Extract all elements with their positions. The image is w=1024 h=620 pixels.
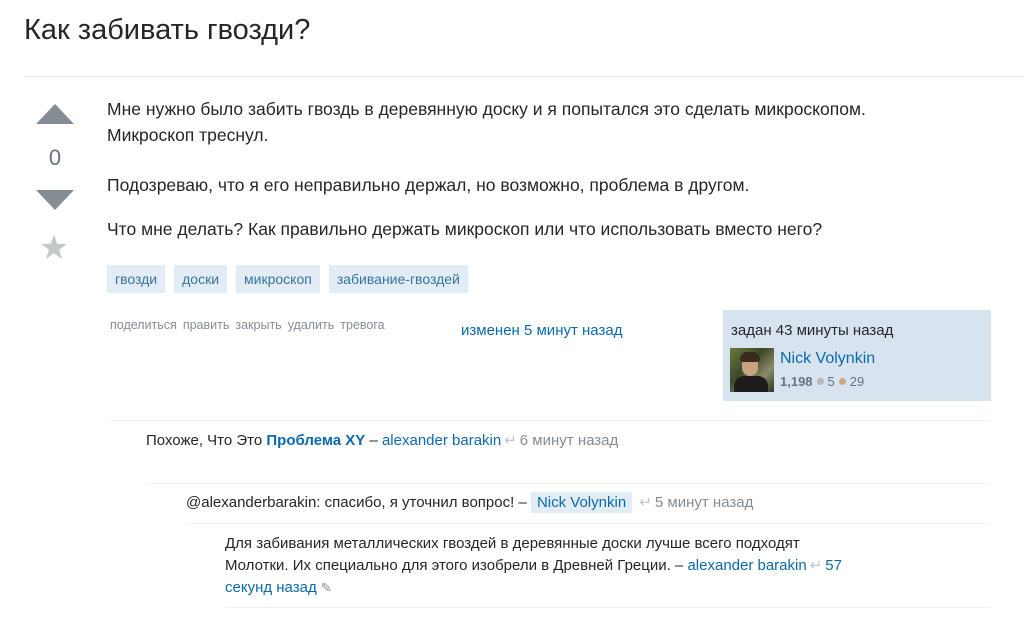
comment-divider — [146, 483, 990, 484]
tag[interactable]: доски — [174, 265, 228, 293]
comment-user-link[interactable]: alexander barakin — [687, 557, 806, 574]
vote-down-icon[interactable] — [36, 190, 74, 210]
tag[interactable]: забивание-гвоздей — [328, 265, 468, 293]
reply-arrow-icon[interactable]: ↵ — [504, 432, 517, 449]
comment-text-line-1: Для забивания металлических гвоздей в де… — [225, 535, 800, 552]
comment-text: Похоже, Что Это — [146, 432, 267, 449]
post-menu: поделиться править закрыть удалить трево… — [110, 318, 385, 332]
asked-time: задан 43 минуты назад — [731, 322, 894, 339]
delete-link[interactable]: удалить — [288, 318, 335, 332]
comment-divider — [225, 607, 990, 608]
silver-badge-icon — [816, 378, 824, 385]
tag[interactable]: микроскоп — [236, 265, 320, 293]
bronze-badge-icon — [838, 378, 846, 385]
comment-dash: – — [365, 432, 382, 449]
reply-arrow-icon[interactable]: ↵ — [810, 557, 823, 574]
owner-card: задан 43 минуты назад Nick Volynkin 1,19… — [723, 310, 991, 401]
comment-divider — [110, 420, 990, 421]
comment-user-link[interactable]: Nick Volynkin — [530, 492, 633, 513]
title-divider — [24, 76, 1024, 77]
avatar[interactable] — [730, 348, 774, 392]
owner-reputation: 1,198 5 29 — [780, 374, 864, 389]
edited-link[interactable]: изменен 5 минут назад — [461, 322, 622, 339]
comment-3: Для забивания металлических гвоздей в де… — [225, 533, 985, 599]
comment-text: @alexanderbarakin: спасибо, я уточнил во… — [186, 494, 531, 511]
favorite-star-icon[interactable]: ★ — [36, 228, 72, 268]
tag[interactable]: гвозди — [107, 265, 166, 293]
comment-text-line-2: Молотки. Их специально для этого изобрел… — [225, 557, 688, 574]
pencil-icon: ✎ — [320, 580, 332, 595]
bronze-badge-count: 29 — [849, 374, 865, 389]
reputation-score: 1,198 — [780, 374, 813, 389]
comment-time: 6 минут назад — [519, 432, 619, 449]
flag-link[interactable]: тревога — [340, 318, 384, 332]
comment-time-number[interactable]: 57 — [825, 557, 842, 574]
reply-arrow-icon[interactable]: ↵ — [635, 494, 652, 511]
vote-count: 0 — [48, 145, 62, 170]
comment-time-link[interactable]: секунд назад — [225, 579, 317, 596]
question-title[interactable]: Как забивать гвозди? — [24, 14, 310, 47]
comment-1: Похоже, Что Это Проблема XY – alexander … — [146, 430, 618, 452]
close-link[interactable]: закрыть — [235, 318, 281, 332]
body-paragraph-1: Мне нужно было забить гвоздь в деревянну… — [107, 99, 866, 145]
silver-badge-count: 5 — [827, 374, 835, 389]
comment-user-link[interactable]: alexander barakin — [382, 432, 501, 449]
body-paragraph-2: Подозреваю, что я его неправильно держал… — [107, 175, 750, 195]
share-link[interactable]: поделиться — [110, 318, 177, 332]
tag-list: гвозди доски микроскоп забивание-гвоздей — [107, 265, 468, 293]
comment-2: @alexanderbarakin: спасибо, я уточнил во… — [186, 492, 753, 514]
comment-time: 5 минут назад — [654, 494, 754, 511]
owner-name-link[interactable]: Nick Volynkin — [780, 350, 875, 368]
comment-link-xy[interactable]: Проблема XY — [266, 432, 365, 449]
body-paragraph-3: Что мне делать? Как правильно держать ми… — [107, 219, 823, 239]
edit-link[interactable]: править — [183, 318, 230, 332]
vote-up-icon[interactable] — [36, 104, 74, 124]
comment-divider — [186, 523, 990, 524]
